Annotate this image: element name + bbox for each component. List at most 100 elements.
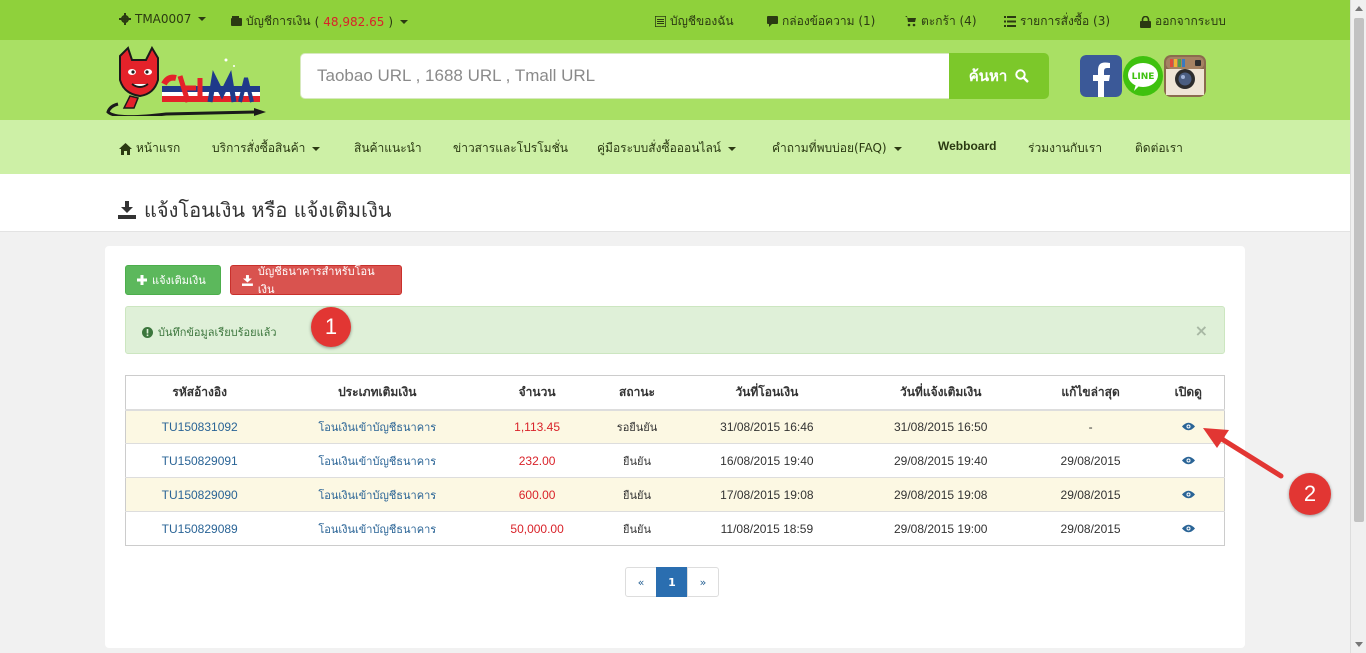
nav-careers-label: ร่วมงานกับเรา — [1028, 141, 1103, 155]
view-cell — [1152, 511, 1225, 546]
account-menu[interactable]: บัญชีการเงิน(48,982.65) — [231, 12, 409, 31]
eye-icon[interactable] — [1181, 490, 1195, 499]
bank-accounts-button[interactable]: บัญชีธนาคารสำหรับโอนเงิน — [230, 265, 402, 296]
column-header: วันที่โอนเงิน — [680, 375, 853, 411]
orders-label: รายการสั่งซื้อ (3) — [1020, 14, 1111, 28]
column-header: รหัสอ้างอิง — [125, 375, 274, 411]
nav-contact-label: ติดต่อเรา — [1135, 141, 1183, 155]
scroll-down-icon[interactable] — [1355, 642, 1363, 647]
lock-icon — [1140, 15, 1151, 28]
line-icon[interactable]: LINE — [1122, 55, 1164, 97]
page-title-band: แจ้งโอนเงิน หรือ แจ้งเติมเงิน — [0, 174, 1350, 232]
bank-accounts-button-label: บัญชีธนาคารสำหรับโอนเงิน — [257, 265, 375, 296]
status: ยืนยัน — [593, 443, 681, 478]
column-header: ประเภทเติมเงิน — [273, 375, 482, 411]
column-header: วันที่แจ้งเติมเงิน — [852, 375, 1029, 411]
notify-date: 29/08/2015 19:00 — [852, 511, 1029, 546]
nav-services[interactable]: บริการสั่งซื้อสินค้า — [212, 139, 321, 158]
user-id: TMA0007 — [135, 12, 192, 26]
ref-link[interactable]: TU150829089 — [125, 511, 274, 546]
logout-label: ออกจากระบบ — [1155, 14, 1226, 28]
notify-date: 31/08/2015 16:50 — [852, 409, 1029, 444]
annotation-badge-2: 2 — [1289, 473, 1331, 515]
balance-open: ( — [314, 14, 320, 29]
pagination-next[interactable]: » — [687, 567, 719, 597]
ref-link[interactable]: TU150831092 — [125, 409, 274, 444]
catmall-logo[interactable] — [106, 46, 268, 116]
close-icon[interactable]: × — [1195, 321, 1208, 340]
cart-link[interactable]: ตะกร้า (4) — [905, 12, 977, 31]
search-button[interactable]: ค้นหา — [949, 53, 1049, 99]
facebook-icon[interactable] — [1080, 55, 1122, 97]
chevron-down-icon — [312, 146, 321, 151]
nav-faq[interactable]: คำถามที่พบบ่อย(FAQ) — [772, 139, 902, 158]
notify-date: 29/08/2015 19:08 — [852, 477, 1029, 512]
search-button-label: ค้นหา — [968, 67, 1008, 85]
inbox-label: กล่องข้อความ (1) — [782, 14, 876, 28]
nav-home-label: หน้าแรก — [136, 141, 181, 155]
search-input[interactable]: Taobao URL , 1688 URL , Tmall URL — [300, 53, 950, 99]
updated-date: 29/08/2015 — [1028, 443, 1153, 478]
column-header: จำนวน — [481, 375, 594, 411]
transfer-date: 31/08/2015 16:46 — [680, 409, 853, 444]
balance-close: ) — [388, 14, 394, 29]
my-account-link[interactable]: บัญชีของฉัน — [655, 12, 734, 31]
alert-message: บันทึกข้อมูลเรียบร้อยแล้ว — [142, 323, 277, 341]
nav-contact[interactable]: ติดต่อเรา — [1135, 139, 1183, 158]
alert-message-text: บันทึกข้อมูลเรียบร้อยแล้ว — [158, 326, 277, 339]
search-icon — [1015, 69, 1030, 83]
nav-news[interactable]: ข่าวสารและโปรโมชั่น — [453, 139, 568, 158]
nav-faq-label: คำถามที่พบบ่อย(FAQ) — [772, 141, 887, 155]
topup-type[interactable]: โอนเงินเข้าบัญชีธนาคาร — [273, 409, 482, 444]
logout-link[interactable]: ออกจากระบบ — [1140, 12, 1226, 31]
nav-recommended-label: สินค้าแนะนำ — [354, 141, 422, 155]
main-nav: หน้าแรก บริการสั่งซื้อสินค้า สินค้าแนะนำ… — [0, 120, 1350, 174]
table-row: TU150829089 โอนเงินเข้าบัญชีธนาคาร 50,00… — [125, 511, 1225, 546]
ref-link[interactable]: TU150829090 — [125, 477, 274, 512]
annotation-badge-1: 1 — [311, 307, 351, 347]
page-scrollbar[interactable] — [1350, 0, 1366, 653]
table-row: TU150829090 โอนเงินเข้าบัญชีธนาคาร 600.0… — [125, 477, 1225, 512]
orders-link[interactable]: รายการสั่งซื้อ (3) — [1004, 12, 1110, 31]
eye-icon[interactable] — [1181, 524, 1195, 533]
nav-careers[interactable]: ร่วมงานกับเรา — [1028, 139, 1102, 158]
amount: 1,113.45 — [481, 409, 594, 444]
transfer-date: 17/08/2015 19:08 — [680, 477, 853, 512]
amount: 50,000.00 — [481, 511, 594, 546]
cart-label: ตะกร้า (4) — [921, 14, 977, 28]
nav-webboard[interactable]: Webboard — [938, 139, 996, 153]
pagination-prev[interactable]: « — [625, 567, 657, 597]
eye-icon[interactable] — [1181, 422, 1195, 431]
scrollbar-thumb[interactable] — [1354, 18, 1364, 522]
my-account-label: บัญชีของฉัน — [670, 14, 734, 28]
list-icon — [655, 16, 666, 27]
eye-icon[interactable] — [1181, 456, 1195, 465]
inbox-link[interactable]: กล่องข้อความ (1) — [767, 12, 875, 31]
topup-type[interactable]: โอนเงินเข้าบัญชีธนาคาร — [273, 511, 482, 546]
pagination-page[interactable]: 1 — [656, 567, 688, 597]
table-row: TU150831092 โอนเงินเข้าบัญชีธนาคาร 1,113… — [125, 409, 1225, 444]
scroll-up-icon[interactable] — [1355, 6, 1363, 11]
chevron-down-icon — [728, 146, 737, 151]
user-menu[interactable]: TMA0007 — [119, 12, 207, 26]
table-row: TU150829091 โอนเงินเข้าบัญชีธนาคาร 232.0… — [125, 443, 1225, 478]
nav-home[interactable]: หน้าแรก — [119, 139, 180, 158]
comment-icon — [767, 16, 778, 27]
topup-type[interactable]: โอนเงินเข้าบัญชีธนาคาร — [273, 443, 482, 478]
nav-news-label: ข่าวสารและโปรโมชั่น — [453, 141, 568, 155]
page-title: แจ้งโอนเงิน หรือ แจ้งเติมเงิน — [118, 194, 391, 226]
plus-icon — [137, 275, 147, 285]
nav-recommended[interactable]: สินค้าแนะนำ — [354, 139, 422, 158]
instagram-icon[interactable] — [1164, 55, 1206, 97]
topup-type[interactable]: โอนเงินเข้าบัญชีธนาคาร — [273, 477, 482, 512]
ref-link[interactable]: TU150829091 — [125, 443, 274, 478]
status: ยืนยัน — [593, 477, 681, 512]
cart-icon — [905, 16, 916, 27]
nav-guide[interactable]: คู่มือระบบสั่งซื้อออนไลน์ — [597, 139, 737, 158]
transfer-date: 11/08/2015 18:59 — [680, 511, 853, 546]
topup-button[interactable]: แจ้งเติมเงิน — [125, 265, 221, 295]
updated-date: 29/08/2015 — [1028, 511, 1153, 546]
updated-date: 29/08/2015 — [1028, 477, 1153, 512]
column-header: แก้ไขล่าสุด — [1028, 375, 1153, 411]
status: ยืนยัน — [593, 511, 681, 546]
